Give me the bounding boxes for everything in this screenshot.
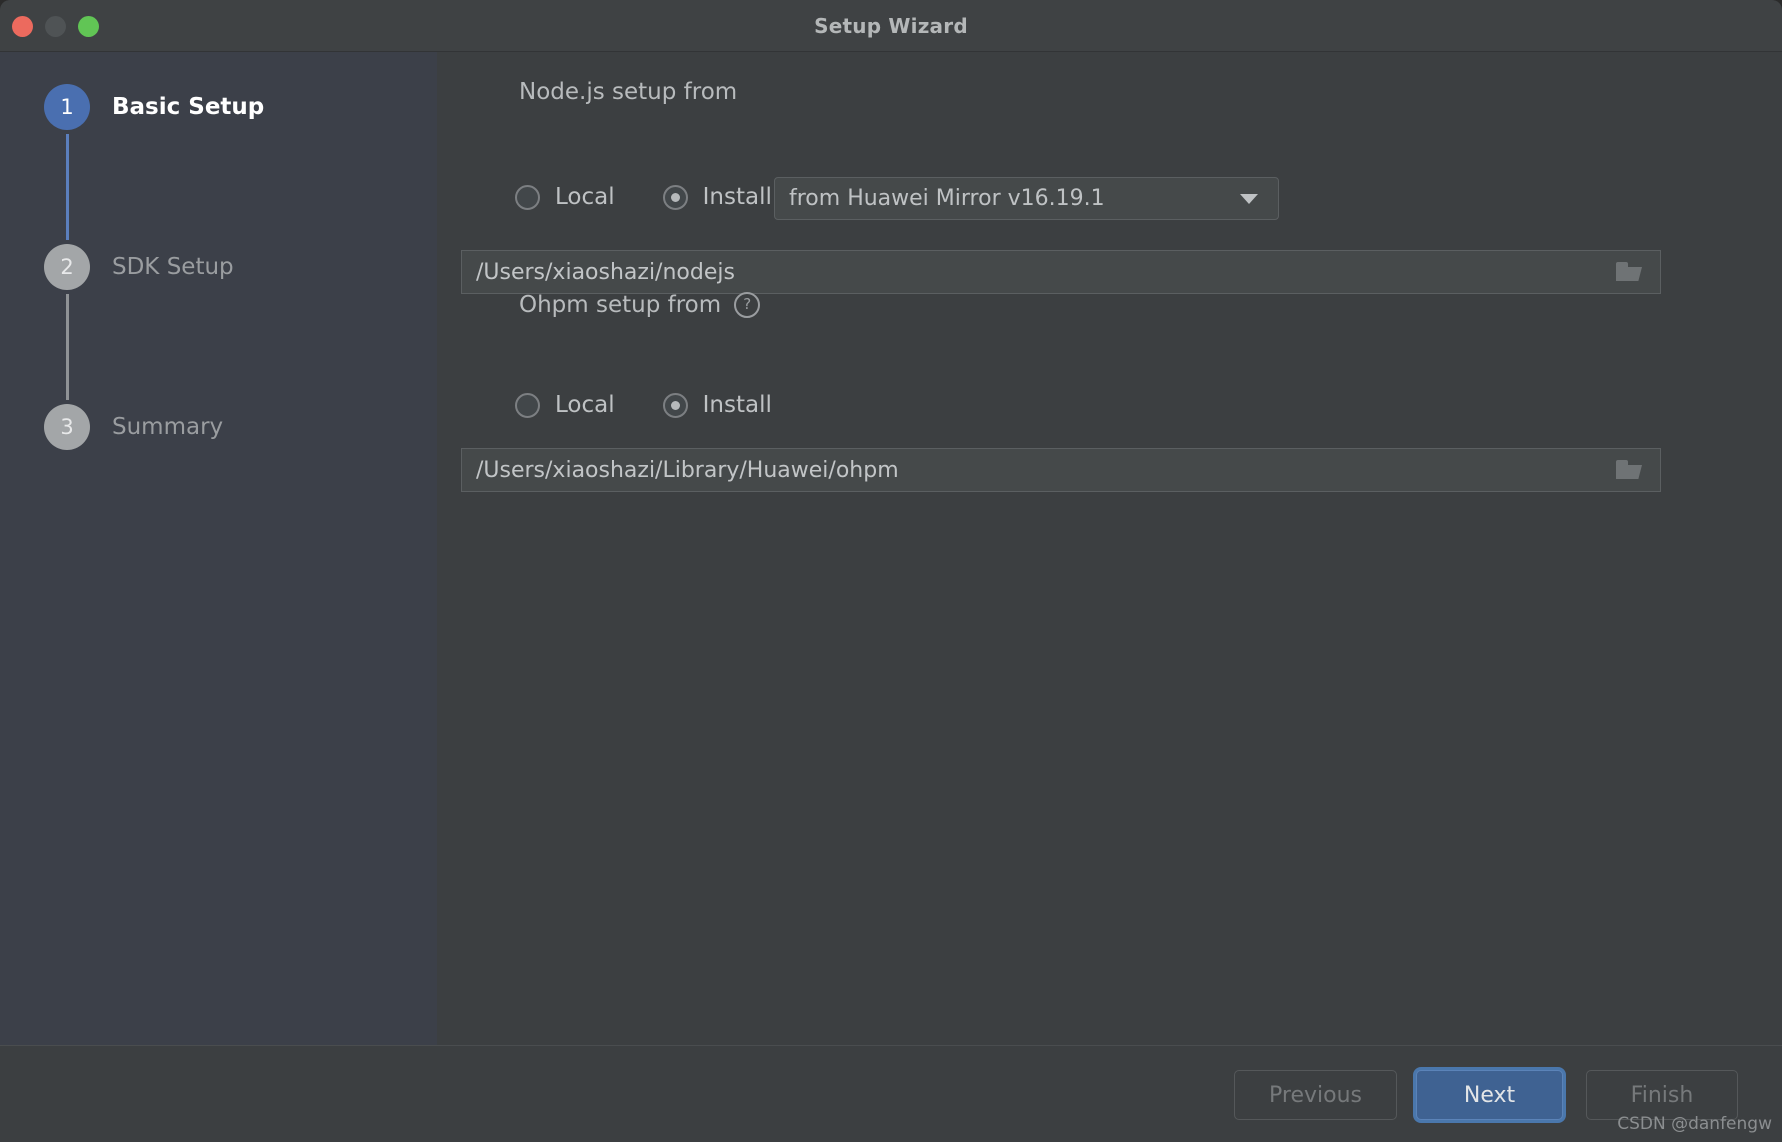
sidebar-step-sdk-setup[interactable]: 2 SDK Setup	[44, 244, 234, 290]
ohpm-section-label-text: Ohpm setup from	[519, 292, 722, 318]
nodejs-radio-local-label: Local	[555, 184, 615, 210]
watermark-text: CSDN @danfengw	[1617, 1114, 1772, 1134]
ohpm-browse-button[interactable]	[1598, 449, 1660, 491]
step-label-basic-setup: Basic Setup	[112, 94, 265, 120]
nodejs-browse-button[interactable]	[1598, 251, 1660, 293]
step-label-summary: Summary	[112, 414, 224, 440]
folder-icon	[1616, 262, 1642, 282]
radio-circle-icon[interactable]	[515, 392, 540, 418]
nodejs-section-label-text: Node.js setup from	[519, 79, 738, 105]
wizard-footer: Previous Next Finish CSDN @danfengw	[0, 1045, 1782, 1142]
next-button[interactable]: Next	[1416, 1070, 1563, 1120]
step-label-sdk-setup: SDK Setup	[112, 254, 234, 280]
nodejs-version-select[interactable]: from Huawei Mirror v16.19.1	[774, 177, 1279, 220]
ohpm-path-input[interactable]: /Users/xiaoshazi/Library/Huawei/ohpm	[461, 448, 1661, 492]
ohpm-radio-install[interactable]: Install	[662, 392, 772, 418]
ohpm-source-radio-group: Local Install	[515, 392, 820, 418]
help-question-icon[interactable]: ?	[734, 292, 761, 318]
radio-circle-icon[interactable]	[515, 184, 540, 210]
nodejs-radio-local[interactable]: Local	[515, 184, 615, 210]
setup-wizard-window: Setup Wizard 1 Basic Setup 2 SDK Setup 3…	[0, 0, 1782, 1142]
nodejs-version-select-value: from Huawei Mirror v16.19.1	[789, 186, 1105, 211]
sidebar-step-summary[interactable]: 3 Summary	[44, 404, 223, 450]
ohpm-radio-local-label: Local	[555, 392, 615, 418]
step-number-badge-3: 3	[44, 404, 90, 450]
step-connector-2-3	[66, 294, 69, 400]
chevron-down-icon[interactable]	[1240, 193, 1258, 204]
sidebar-step-basic-setup[interactable]: 1 Basic Setup	[44, 84, 264, 130]
step-number-badge-2: 2	[44, 244, 90, 290]
nodejs-radio-install[interactable]: Install	[662, 184, 772, 210]
ohpm-radio-install-label: Install	[702, 392, 772, 418]
ohpm-section-label: Ohpm setup from ?	[519, 292, 761, 318]
wizard-content-panel: Node.js setup from Local Install from Hu…	[437, 52, 1782, 1045]
ohpm-radio-local[interactable]: Local	[515, 392, 615, 418]
folder-icon	[1616, 460, 1642, 480]
nodejs-radio-install-label: Install	[702, 184, 772, 210]
previous-button[interactable]: Previous	[1234, 1070, 1397, 1120]
title-bar: Setup Wizard	[0, 0, 1782, 52]
nodejs-path-input[interactable]: /Users/xiaoshazi/nodejs	[461, 250, 1661, 294]
radio-circle-selected-icon[interactable]	[662, 184, 688, 210]
wizard-steps-sidebar: 1 Basic Setup 2 SDK Setup 3 Summary	[0, 52, 437, 1045]
step-connector-1-2	[66, 134, 69, 240]
ohpm-path-value: /Users/xiaoshazi/Library/Huawei/ohpm	[476, 457, 899, 483]
radio-circle-selected-icon[interactable]	[662, 392, 688, 418]
nodejs-section-label: Node.js setup from	[519, 79, 737, 105]
window-title: Setup Wizard	[814, 14, 968, 38]
nodejs-path-value: /Users/xiaoshazi/nodejs	[476, 259, 735, 285]
finish-button[interactable]: Finish	[1586, 1070, 1738, 1120]
step-number-badge-1: 1	[44, 84, 90, 130]
